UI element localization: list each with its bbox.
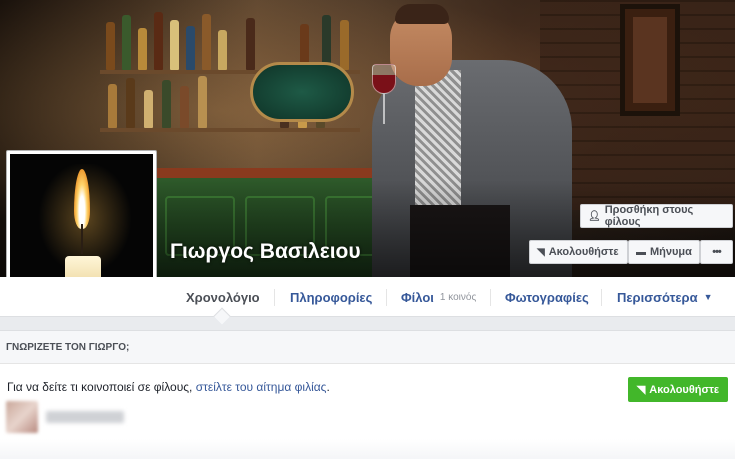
- add-friend-label: Προσθήκη στους φίλους: [604, 204, 694, 228]
- cover-bottles-row: [100, 10, 360, 70]
- follow-label: Ακολουθήστε: [548, 246, 619, 258]
- add-friend-icon: 👤︎: [588, 210, 601, 222]
- cover-wall-frame: [620, 4, 680, 116]
- tab-timeline-label: Χρονολόγιο: [186, 289, 260, 305]
- tab-more[interactable]: Περισσότερα ▼: [617, 277, 713, 317]
- cover-mirror: [250, 62, 354, 122]
- do-you-know-heading: ΓΝΩΡΙΖΕΤΕ ΤΟΝ ΓΙΩΡΓΟ;: [0, 331, 735, 364]
- chevron-down-icon: ▼: [703, 292, 713, 302]
- wine-glass: [372, 64, 396, 94]
- cover-bar-counter: [150, 168, 400, 178]
- add-friend-button[interactable]: 👤︎ Προσθήκη στους φίλους: [580, 204, 733, 228]
- do-you-know-section: ΓΝΩΡΙΖΕΤΕ ΤΟΝ ΓΙΩΡΓΟ; Για να δείτε τι κο…: [0, 330, 735, 459]
- mutual-friend-avatar[interactable]: [6, 401, 38, 433]
- tab-friends-label: Φίλοι: [401, 289, 434, 305]
- wine-glass-stem: [383, 94, 385, 124]
- rss-icon: ◥: [636, 384, 646, 396]
- tab-photos-label: Φωτογραφίες: [505, 289, 589, 305]
- friend-request-prompt: Για να δείτε τι κοινοποιεί σε φίλους, στ…: [7, 380, 330, 394]
- cover-person-hair: [395, 4, 449, 24]
- tab-about-label: Πληροφορίες: [290, 289, 373, 305]
- tab-friends[interactable]: Φίλοι 1 κοινός: [401, 277, 476, 317]
- tab-more-label: Περισσότερα: [617, 289, 698, 305]
- more-options-label: •••: [712, 246, 722, 258]
- message-button[interactable]: ▬ Μήνυμα: [628, 240, 700, 264]
- tab-friends-mutual-count: 1 κοινός: [439, 291, 477, 303]
- follow-green-button[interactable]: ◥ Ακολουθήστε: [628, 377, 728, 402]
- more-options-button[interactable]: •••: [700, 240, 733, 264]
- cover-shelf: [100, 128, 360, 132]
- message-label: Μήνυμα: [650, 246, 692, 258]
- tab-photos[interactable]: Φωτογραφίες: [505, 277, 589, 317]
- message-icon: ▬: [636, 246, 646, 258]
- follow-button[interactable]: ◥ Ακολουθήστε: [529, 240, 628, 264]
- mutual-friend-name-blurred[interactable]: [46, 411, 124, 423]
- tab-about[interactable]: Πληροφορίες: [290, 277, 372, 317]
- friend-request-prompt-text: Για να δείτε τι κοινοποιεί σε φίλους,: [7, 380, 196, 394]
- facebook-profile-page: Γιωργος Βασιλειου 👤︎ Προσθήκη στους φίλο…: [0, 0, 735, 459]
- rss-icon: ◥: [537, 246, 545, 258]
- send-friend-request-link[interactable]: στείλτε του αίτημα φιλίας: [196, 380, 327, 394]
- profile-nav-bar: Χρονολόγιο Πληροφορίες Φίλοι 1 κοινός Φω…: [0, 277, 735, 317]
- profile-name[interactable]: Γιωργος Βασιλειου: [170, 240, 361, 264]
- candle-photo: [10, 154, 153, 297]
- candle-wick: [81, 224, 83, 254]
- follow-green-label: Ακολουθήστε: [649, 383, 720, 396]
